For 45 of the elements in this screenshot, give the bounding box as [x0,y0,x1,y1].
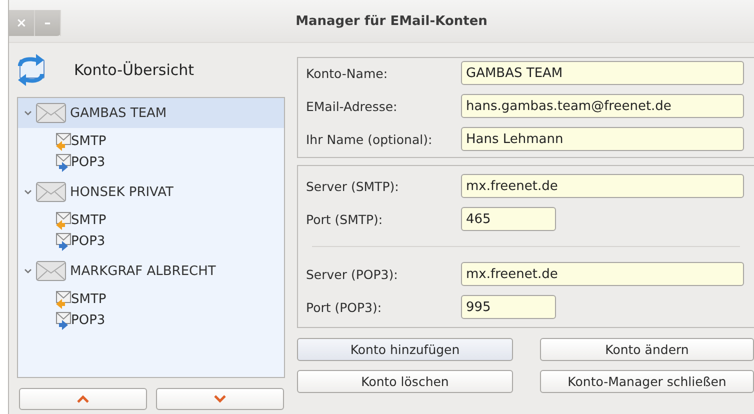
incoming-mail-icon [54,153,71,172]
text-field[interactable]: mx.freenet.de [461,174,744,198]
move-up-button[interactable] [19,388,147,410]
envelope-icon [36,182,66,202]
action-button[interactable]: Konto löschen [297,370,513,393]
outgoing-mail-icon [54,132,71,151]
text-field[interactable]: 465 [461,207,556,231]
field-label: Ihr Name (optional): [305,132,434,146]
action-button[interactable]: Konto ändern [540,338,754,361]
envelope-icon [36,103,66,123]
field-label: EMail-Adresse: [305,98,398,114]
field-label: Port (POP3): [305,300,383,314]
chevron-down-icon[interactable] [24,267,32,275]
text-field[interactable]: mx.freenet.de [461,262,744,286]
text-field[interactable]: Hans Lehmann [461,127,744,151]
incoming-mail-icon [54,232,71,251]
chevron-down-icon [214,395,226,403]
protocol-item[interactable]: SMTP [54,131,284,152]
account-item[interactable]: GAMBAS TEAM [18,98,284,128]
chevron-up-icon [77,395,89,403]
chevron-down-icon[interactable] [24,188,32,196]
field-label: Server (SMTP): [305,178,400,194]
outgoing-mail-icon [54,290,71,309]
account-item[interactable]: HONSEK PRIVAT [18,177,284,207]
outgoing-mail-icon [54,211,71,230]
overview-title: Konto-Übersicht [74,61,194,79]
chevron-down-icon[interactable] [24,109,32,117]
field-label: Port (SMTP): [305,212,384,226]
field-label: Konto-Name: [305,66,389,80]
protocol-item[interactable]: POP3 [54,152,284,173]
action-button[interactable]: Konto hinzufügen [297,338,513,361]
incoming-mail-icon [54,311,71,330]
window-title: Manager für EMail-Konten [296,14,488,28]
action-button[interactable]: Konto-Manager schließen [540,370,754,393]
account-item[interactable]: MARKGRAF ALBRECHT [18,256,284,286]
text-field[interactable]: GAMBAS TEAM [461,61,744,85]
protocol-item[interactable]: SMTP [54,210,284,231]
protocol-item[interactable]: POP3 [54,231,284,252]
move-down-button[interactable] [156,388,284,410]
protocol-item[interactable]: POP3 [54,310,284,331]
text-field[interactable]: 995 [461,295,556,319]
envelope-icon [36,261,66,281]
text-field[interactable]: hans.gambas.team@freenet.de [461,94,744,118]
field-label: Server (POP3): [305,266,399,282]
protocol-item[interactable]: SMTP [54,289,284,310]
